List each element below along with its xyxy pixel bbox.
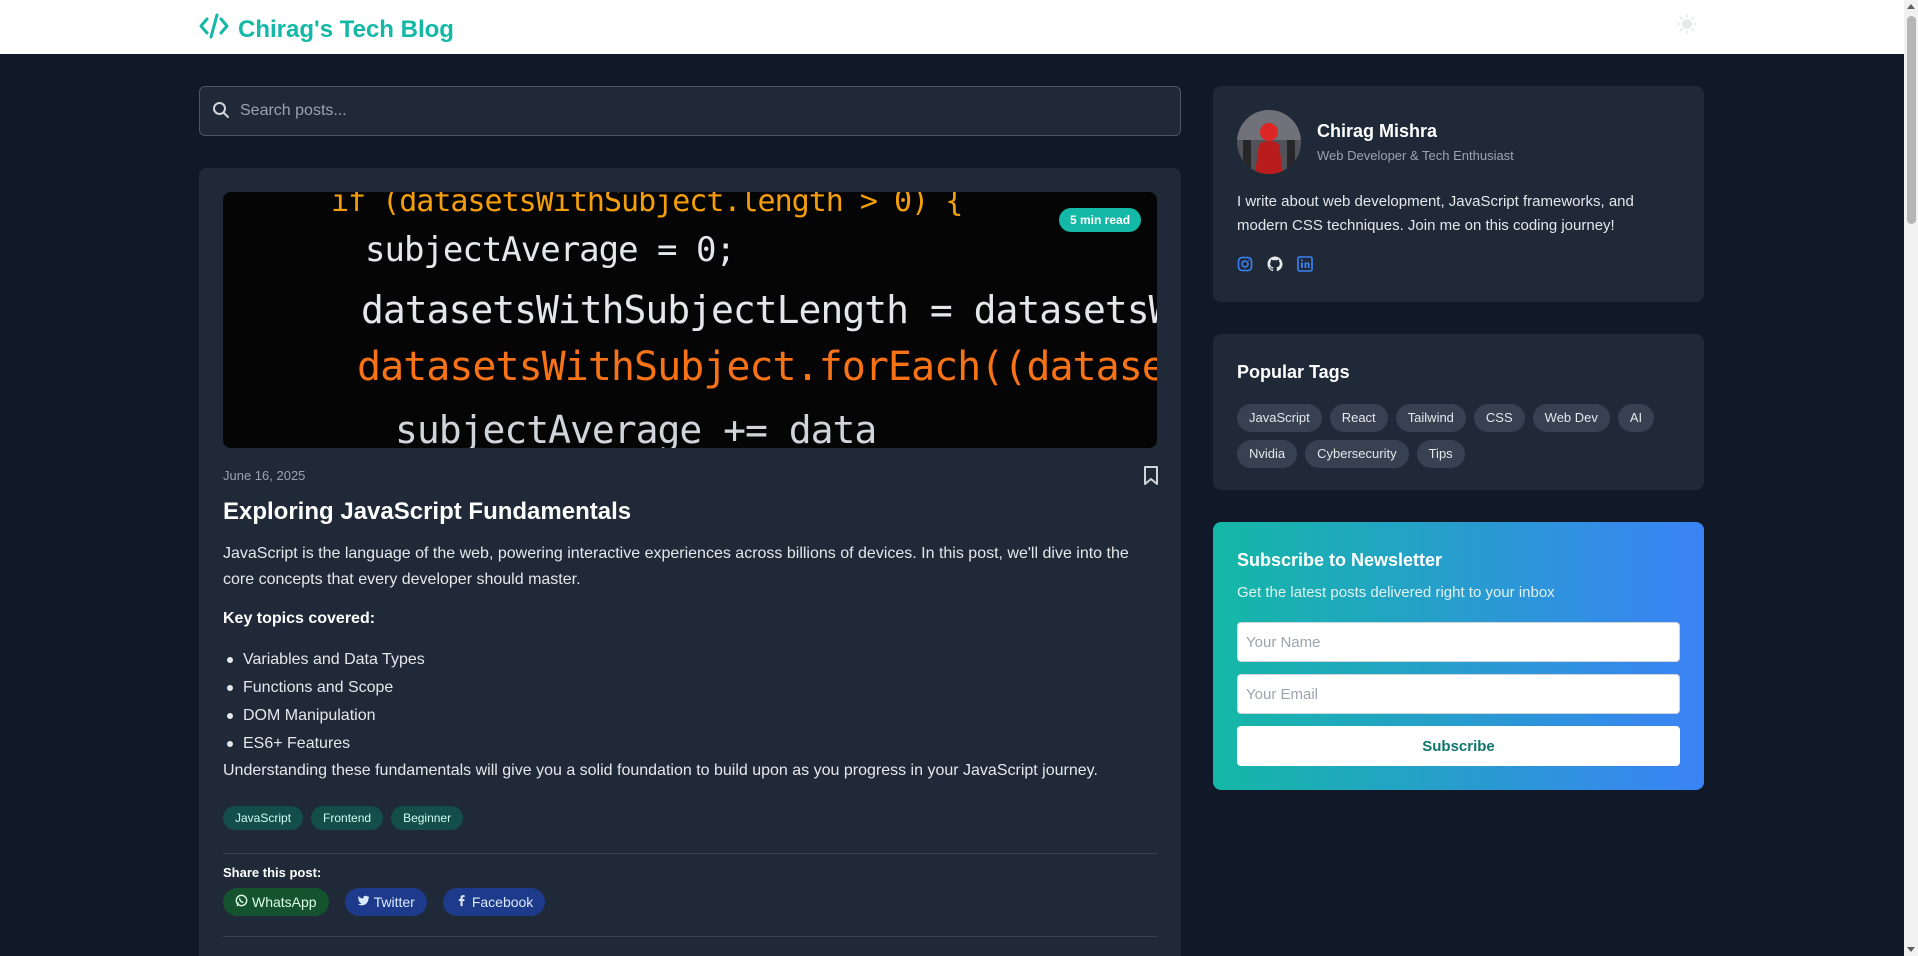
newsletter-name-field[interactable] (1237, 622, 1680, 662)
search-bar (199, 86, 1181, 136)
code-line: datasetsWithSubjectLength = datasetsWith… (361, 288, 1157, 332)
topic-list: Variables and Data Types Functions and S… (223, 648, 425, 760)
linkedin-icon[interactable] (1297, 256, 1313, 277)
share-label: Share this post: (223, 865, 322, 880)
share-buttons: WhatsApp Twitter Facebook (223, 888, 546, 916)
newsletter-email-field[interactable] (1237, 674, 1680, 714)
scroll-down-arrow-icon[interactable] (1907, 947, 1915, 952)
post-card: if (datasetsWithSubject.length > 0) { su… (199, 168, 1181, 956)
scrollbar-thumb[interactable] (1907, 16, 1916, 224)
bookmark-button[interactable] (1143, 466, 1159, 486)
profile-card: Chirag Mishra Web Developer & Tech Enthu… (1213, 86, 1704, 302)
tag-chip[interactable]: Nvidia (1237, 440, 1298, 468)
post-tags: JavaScript Frontend Beginner (223, 806, 464, 830)
scroll-up-arrow-icon[interactable] (1907, 4, 1915, 9)
code-line: subjectAverage += data (395, 408, 877, 448)
tag-chip[interactable]: CSS (1473, 404, 1525, 432)
popular-tags-list: JavaScript React Tailwind CSS Web Dev AI… (1237, 404, 1687, 468)
divider (223, 936, 1157, 937)
code-line: datasetsWithSubject.forEach((dataset) =>… (357, 344, 1157, 390)
avatar (1237, 110, 1301, 174)
list-item: ES6+ Features (223, 732, 425, 760)
code-line: if (datasetsWithSubject.length > 0) { (331, 192, 963, 219)
key-topics-heading: Key topics covered: (223, 610, 376, 627)
profile-role: Web Developer & Tech Enthusiast (1317, 148, 1514, 163)
tag-chip[interactable]: React (1329, 404, 1388, 432)
popular-tags-title: Popular Tags (1237, 362, 1350, 382)
post-outro: Understanding these fundamentals will gi… (223, 762, 1098, 779)
share-whatsapp-button[interactable]: WhatsApp (223, 888, 329, 916)
github-icon[interactable] (1267, 256, 1283, 277)
post-cover-image[interactable]: if (datasetsWithSubject.length > 0) { su… (223, 192, 1157, 448)
twitter-icon (357, 894, 370, 910)
newsletter-title: Subscribe to Newsletter (1237, 550, 1443, 570)
post-tag[interactable]: Frontend (311, 806, 384, 830)
page-scrollbar[interactable] (1904, 0, 1918, 956)
tag-chip[interactable]: AI (1617, 404, 1655, 432)
brand-title: Chirag's Tech Blog (238, 15, 454, 43)
brand-logo-link[interactable]: Chirag's Tech Blog (198, 12, 454, 47)
popular-tags-card: Popular Tags JavaScript React Tailwind C… (1213, 334, 1704, 490)
subscribe-button[interactable]: Subscribe (1237, 726, 1680, 766)
list-item: Variables and Data Types (223, 648, 425, 676)
instagram-icon[interactable] (1237, 256, 1253, 277)
list-item: Functions and Scope (223, 676, 425, 704)
share-twitter-button[interactable]: Twitter (344, 888, 427, 916)
divider (223, 853, 1157, 854)
tag-chip[interactable]: Tailwind (1395, 404, 1466, 432)
code-icon (198, 12, 230, 47)
tag-chip[interactable]: Tips (1416, 440, 1465, 468)
tag-chip[interactable]: JavaScript (1237, 404, 1322, 432)
code-line: subjectAverage = 0; (365, 230, 736, 270)
newsletter-card: Subscribe to Newsletter Get the latest p… (1213, 522, 1704, 790)
read-time-badge: 5 min read (1059, 208, 1142, 232)
post-title[interactable]: Exploring JavaScript Fundamentals (223, 498, 631, 526)
post-date: June 16, 2025 (223, 468, 306, 483)
post-tag[interactable]: Beginner (391, 806, 464, 830)
social-links (1237, 256, 1313, 277)
share-twitter-label: Twitter (373, 894, 415, 910)
whatsapp-icon (235, 894, 248, 910)
theme-toggle-button[interactable] (1676, 13, 1698, 39)
facebook-icon (455, 894, 468, 910)
tag-chip[interactable]: Cybersecurity (1305, 440, 1409, 468)
search-input[interactable] (240, 87, 1170, 135)
top-navbar: Chirag's Tech Blog (0, 0, 1904, 54)
list-item: DOM Manipulation (223, 704, 425, 732)
bookmark-icon (1143, 466, 1159, 490)
sun-icon (1677, 13, 1697, 39)
share-whatsapp-label: WhatsApp (252, 894, 317, 910)
newsletter-subtitle: Get the latest posts delivered right to … (1237, 584, 1555, 601)
tag-chip[interactable]: Web Dev (1532, 404, 1610, 432)
profile-bio: I write about web development, JavaScrip… (1237, 193, 1634, 234)
share-facebook-label: Facebook (471, 894, 534, 910)
post-tag[interactable]: JavaScript (223, 806, 304, 830)
post-intro: JavaScript is the language of the web, p… (223, 545, 1129, 588)
profile-name: Chirag Mishra (1317, 121, 1438, 141)
share-facebook-button[interactable]: Facebook (442, 888, 546, 916)
